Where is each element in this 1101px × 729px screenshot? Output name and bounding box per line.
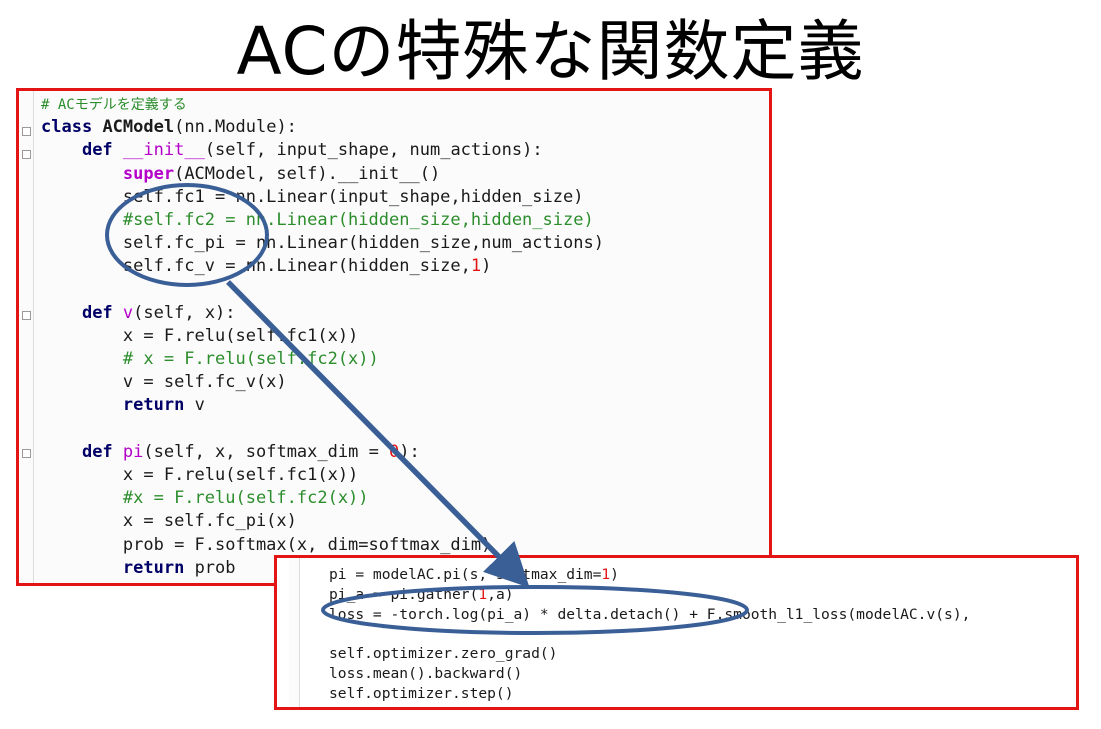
def-keyword: def [81,441,113,462]
code-lines: pi = modelAC.pi(s, softmax_dim=1) pi_a =… [329,565,1072,704]
pi-relu-line: x = F.relu(self.fc1(x)) [122,465,359,485]
class-keyword: class [41,117,93,138]
fold-toggle-init[interactable] [22,150,31,159]
fc-pi-line: self.fc_pi = nn.Linear(hidden_size,num_a… [122,233,604,254]
v-name: v [122,302,134,323]
return-value: prob [194,557,236,578]
backward-line: loss.mean().backward() [329,664,523,682]
fold-gutter [289,558,300,707]
return-keyword: return [122,395,185,416]
code-line: def pi(self, x, softmax_dim = 0): [41,441,765,464]
code-line: #self.fc2 = nn.Linear(hidden_size,hidden… [41,209,765,232]
code-line: self.optimizer.zero_grad() [329,644,1072,664]
class-name: ACModel [102,117,175,138]
init-name: __init__ [122,140,205,161]
number-literal: 1 [478,585,488,603]
class-args: (nn.Module): [174,117,297,138]
number-literal: 1 [601,566,611,583]
code-line: def v(self, x): [41,302,765,325]
zero-grad-line: self.optimizer.zero_grad() [329,645,558,663]
super-call: (ACModel, self).__init__() [174,163,441,184]
code-line: self.fc_v = nn.Linear(hidden_size,1) [41,255,765,278]
loss-code-panel: pi = modelAC.pi(s, softmax_dim=1) pi_a =… [274,555,1079,710]
def-keyword: def [81,140,113,161]
code-line: #x = F.relu(self.fc2(x)) [41,487,765,510]
paren: ): [399,441,420,462]
super-builtin: super [122,163,175,184]
number-literal: 0 [389,441,400,462]
code-line: pi_a = pi.gather(1,a) [329,585,1072,605]
fc2-comment: #self.fc2 = nn.Linear(hidden_size,hidden… [122,209,594,230]
fold-toggle-class[interactable] [22,127,31,136]
pi-args: (self, x, softmax_dim = [143,441,390,462]
optimizer-step-line: self.optimizer.step() [329,684,514,702]
paren: ) [610,566,619,583]
paren: ) [481,256,492,277]
pi-fcpi-line: x = self.fc_pi(x) [122,511,297,532]
fc-v-line: self.fc_v = nn.Linear(hidden_size, [122,256,471,277]
code-line: loss = -torch.log(pi_a) * delta.detach()… [329,605,1072,625]
return-keyword: return [122,557,185,578]
loss-line: loss = -torch.log(pi_a) * delta.detach()… [329,605,971,623]
return-value: v [194,395,205,416]
code-line: v = self.fc_v(x) [41,371,765,394]
fold-gutter [19,91,34,583]
code-line: # ACモデルを定義する [41,93,765,116]
gather-line: pi_a = pi.gather( [329,585,479,603]
v-comment: # x = F.relu(self.fc2(x)) [122,349,379,370]
fold-toggle-v[interactable] [22,311,31,320]
code-line: pi = modelAC.pi(s, softmax_dim=1) [329,565,1072,585]
page-title: ACの特殊な関数定義 [236,13,865,90]
code-line: x = F.relu(self.fc1(x)) [41,464,765,487]
v-assign-line: v = self.fc_v(x) [122,372,287,393]
code-line: return v [41,394,765,417]
code-line: self.fc_pi = nn.Linear(hidden_size,num_a… [41,232,765,255]
code-lines: # ACモデルを定義する class ACModel(nn.Module): d… [41,93,765,580]
number-literal: 1 [470,256,482,277]
fc1-line: self.fc1 = nn.Linear(input_shape,hidden_… [122,186,584,207]
v-relu-line: x = F.relu(self.fc1(x)) [122,325,359,346]
acmodel-code-panel: # ACモデルを定義する class ACModel(nn.Module): d… [16,88,772,586]
pi-name: pi [122,441,144,462]
code-line: # x = F.relu(self.fc2(x)) [41,348,765,371]
code-line: x = F.relu(self.fc1(x)) [41,325,765,348]
header-comment: # ACモデルを定義する [41,97,187,113]
code-line: loss.mean().backward() [329,664,1072,684]
pi-comment: #x = F.relu(self.fc2(x)) [122,488,369,509]
fold-toggle-pi[interactable] [22,449,31,458]
code-line: class ACModel(nn.Module): [41,116,765,139]
pi-call-line: pi = modelAC.pi(s, softmax_dim= [329,566,602,583]
code-line: def __init__(self, input_shape, num_acti… [41,139,765,162]
code-line: x = self.fc_pi(x) [41,510,765,533]
gather-args: ,a) [487,585,514,603]
pi-prob-line: prob = F.softmax(x, dim=softmax_dim) [122,534,492,555]
init-args: (self, input_shape, num_actions): [204,140,543,161]
v-args: (self, x): [133,302,236,323]
code-line: super(ACModel, self).__init__() [41,163,765,186]
code-line: self.fc1 = nn.Linear(input_shape,hidden_… [41,186,765,209]
def-keyword: def [81,302,113,323]
code-line: self.optimizer.step() [329,684,1072,704]
code-line: prob = F.softmax(x, dim=softmax_dim) [41,534,765,557]
